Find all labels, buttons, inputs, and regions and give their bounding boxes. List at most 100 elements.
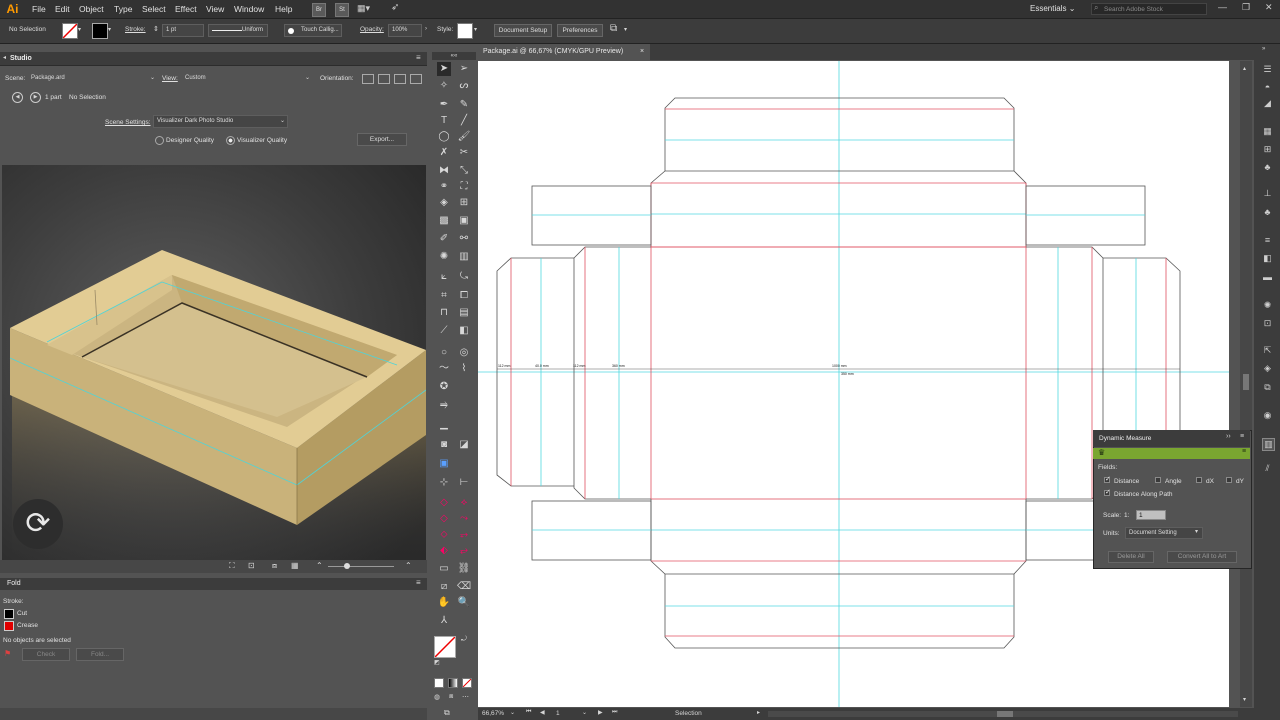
angle-checkbox[interactable] <box>1155 477 1161 483</box>
gradient-panel-icon[interactable]: ▬ <box>1262 272 1273 283</box>
zoom-slider[interactable] <box>328 566 394 567</box>
orientation-top-icon[interactable] <box>394 74 406 84</box>
mesh-tool-icon[interactable]: ▩ <box>437 214 451 228</box>
stroke-stepper-icon[interactable]: ⇕ <box>153 25 159 33</box>
panel-tool-icon[interactable]: ◧ <box>457 324 471 338</box>
align-panel-icon[interactable]: ≡ <box>1262 235 1273 246</box>
horizontal-scroll-thumb[interactable] <box>997 711 1013 717</box>
view-dropdown-icon[interactable]: ⌄ <box>305 74 310 81</box>
variable-width-profile[interactable]: Uniform <box>208 24 268 37</box>
layer-tool-icon[interactable]: ▁ <box>437 418 451 432</box>
pen-tool-icon[interactable]: ✒ <box>437 98 451 112</box>
ellipse-tool-icon[interactable]: ◯ <box>437 130 451 144</box>
artboards-icon[interactable]: ⧉ <box>1262 382 1273 393</box>
close-tab-icon[interactable]: × <box>640 44 644 60</box>
color-mode-icon[interactable] <box>434 678 444 688</box>
gradient-mode-icon[interactable] <box>448 678 458 688</box>
swap-colors-icon[interactable]: ⤾ <box>461 636 467 644</box>
distance-checkbox[interactable]: ✓ <box>1104 476 1111 483</box>
gpu-performance-icon[interactable]: ➶ <box>391 2 399 13</box>
gradient-tool-icon[interactable]: ▣ <box>457 214 471 228</box>
measure-artboard-icon[interactable]: ⧠ <box>457 289 471 303</box>
fill-color-box[interactable] <box>434 636 456 658</box>
opacity-arrow-icon[interactable]: › <box>425 26 427 32</box>
menu-edit[interactable]: Edit <box>55 0 70 18</box>
crease-color-swatch[interactable] <box>4 621 14 631</box>
artboard-tool-icon[interactable]: ⌗ <box>437 289 451 303</box>
graphic-styles-icon[interactable]: ⊡ <box>1262 318 1273 329</box>
measure-tool-icon[interactable]: ⅄ <box>437 614 451 628</box>
spin-tool-icon[interactable]: ✪ <box>437 380 451 394</box>
properties-icon[interactable]: ☰ <box>1262 64 1273 75</box>
tools-collapse-icon[interactable]: «« <box>432 52 476 60</box>
offset-tool-icon[interactable]: ⤳ <box>457 512 471 526</box>
width-tool-icon[interactable]: ▭ <box>437 562 451 576</box>
eraser-tool-icon[interactable]: ⌫ <box>457 580 471 594</box>
zoom-out-icon[interactable]: ⌃ <box>316 561 323 570</box>
appearance-icon[interactable]: ✺ <box>1262 300 1273 311</box>
vertical-scrollbar[interactable]: ▴ ▾ <box>1240 61 1252 707</box>
fit-view-icon[interactable]: ⛶ <box>229 561 235 571</box>
document-tab[interactable]: Package.ai @ 66,67% (CMYK/GPU Preview) × <box>478 44 650 60</box>
eyedropper-tool-icon[interactable]: ✐ <box>437 232 451 246</box>
next-artboard-icon[interactable]: ▶ <box>598 709 603 716</box>
dy-checkbox[interactable] <box>1226 477 1232 483</box>
dm-bar-menu-icon[interactable]: ≡ <box>1242 448 1246 455</box>
tab-tool-icon[interactable]: ⬦ <box>437 528 451 542</box>
screen-mode-icon[interactable]: ⧈ <box>449 693 453 701</box>
previous-part-icon[interactable]: ◀ <box>12 92 23 103</box>
perspective-grid-tool-icon[interactable]: ⊞ <box>457 196 471 210</box>
fill-dropdown-icon[interactable]: ▾ <box>78 26 81 33</box>
scene-dropdown-icon[interactable]: ⌄ <box>150 74 155 81</box>
menu-effect[interactable]: Effect <box>175 0 197 18</box>
scene-settings-dropdown-icon[interactable]: ⌄ <box>280 117 285 124</box>
free-transform-tool-icon[interactable]: ⛶ <box>457 180 471 194</box>
units-select[interactable]: Document Setting <box>1125 527 1203 539</box>
camera-icon[interactable]: ⧈ <box>272 561 277 571</box>
style-dropdown-icon[interactable]: ▾ <box>474 26 477 33</box>
brush-definition[interactable]: Touch Callig... <box>284 24 342 37</box>
workspace-switcher[interactable]: Essentials ⌄ <box>1030 0 1075 18</box>
menu-select[interactable]: Select <box>142 0 166 18</box>
artboard-dropdown-icon[interactable]: ⌄ <box>582 709 587 716</box>
stock-search-input[interactable]: Search Adobe Stock <box>1091 3 1207 15</box>
scale-tool-icon[interactable]: ⤡ <box>457 164 471 178</box>
notch-tool-icon[interactable]: ⥅ <box>457 528 471 542</box>
first-artboard-icon[interactable]: ⏮ <box>526 709 531 716</box>
zoom-in-icon[interactable]: ⌃ <box>405 561 412 570</box>
slice-tool-icon[interactable]: ⧄ <box>437 580 451 594</box>
shape-builder-tool-icon[interactable]: ◈ <box>437 196 451 210</box>
orientation-back-icon[interactable] <box>378 74 390 84</box>
shaper-tool-icon[interactable]: ✗ <box>437 146 451 160</box>
warp-tool-icon[interactable]: ⚭ <box>437 180 451 194</box>
align-dropdown-icon[interactable]: ▾ <box>624 26 627 33</box>
swatches-icon[interactable]: ▦ <box>1262 126 1273 137</box>
cut-color-swatch[interactable] <box>4 609 14 619</box>
menu-view[interactable]: View <box>206 0 224 18</box>
arrange-documents-icon[interactable]: ▦▾ <box>357 3 370 14</box>
dx-checkbox[interactable] <box>1196 477 1202 483</box>
align-icon[interactable]: ⧉ <box>610 23 617 34</box>
scroll-thumb[interactable] <box>1243 374 1249 390</box>
dm-panel-menu-icon[interactable]: ≡ <box>1240 433 1244 440</box>
add-anchor-tool-icon[interactable]: ⊹ <box>437 476 451 490</box>
preview-tool-icon[interactable]: ◪ <box>457 438 471 452</box>
dynamic-measure-icon[interactable]: ▥ <box>1262 438 1275 451</box>
designer-quality-radio[interactable] <box>155 136 164 145</box>
diamond-tool-icon[interactable]: ◇ <box>437 496 451 510</box>
slot-tool-icon[interactable]: ⬖ <box>437 544 451 558</box>
dock-collapse-icon[interactable]: » <box>1262 46 1265 52</box>
zoom-level[interactable]: 66,67% <box>482 710 504 717</box>
menu-object[interactable]: Object <box>79 0 104 18</box>
orientation-front-icon[interactable] <box>362 74 374 84</box>
selection-tool-icon[interactable]: ➤ <box>437 62 451 76</box>
3d-viewport[interactable]: ⟳ <box>2 165 426 560</box>
fold-line-tool-icon[interactable]: ⟀ <box>437 270 451 284</box>
layers-icon[interactable]: ◈ <box>1262 363 1273 374</box>
fold-tool-icon[interactable]: ⚑ <box>4 649 11 658</box>
export-button[interactable]: Export... <box>357 133 407 146</box>
panel-menu-icon[interactable]: ≡ <box>416 53 421 62</box>
symbols-icon[interactable]: ♣ <box>1262 162 1273 173</box>
rounded-shapes-tool-icon[interactable]: ◎ <box>457 346 471 360</box>
artboard-number[interactable]: 1 <box>556 710 560 717</box>
